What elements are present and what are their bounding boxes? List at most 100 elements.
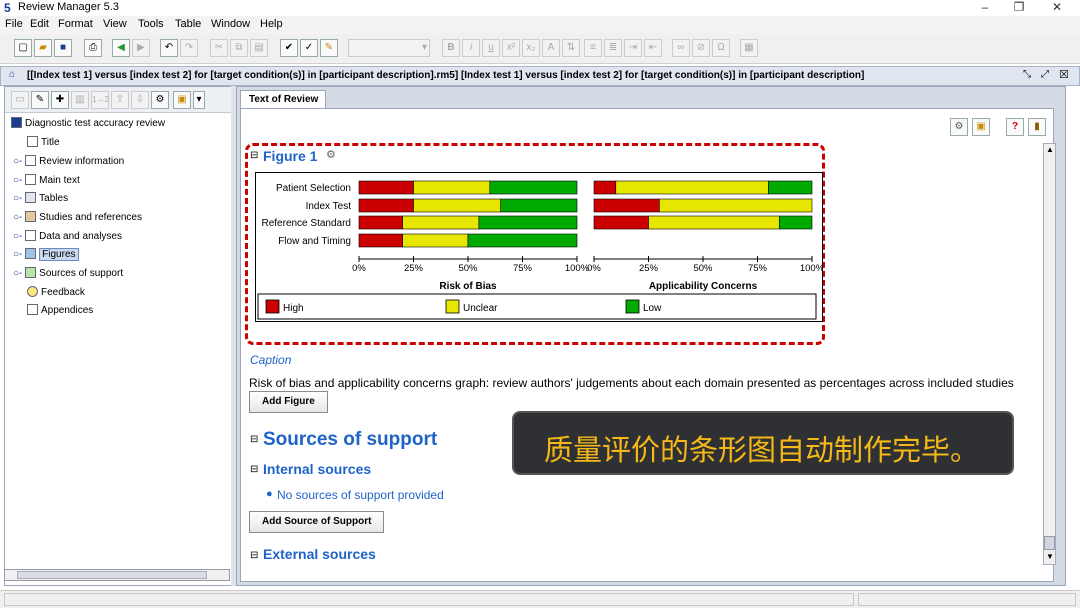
bar-segment-low — [778, 215, 813, 230]
notes-icon[interactable]: ▣ — [173, 91, 191, 109]
tree-item-tables[interactable]: ○- Tables — [13, 192, 68, 204]
bar-segment-unclear — [413, 198, 501, 213]
tree-item-data-analyses[interactable]: ○- Data and analyses — [13, 230, 122, 242]
menu-format[interactable]: Format — [58, 18, 93, 30]
note-icon[interactable]: ▣ — [972, 118, 990, 136]
underline-icon[interactable]: u — [482, 39, 500, 57]
menu-window[interactable]: Window — [211, 18, 250, 30]
scroll-down-icon[interactable]: ▼ — [1046, 552, 1054, 561]
copy-icon[interactable]: ⧉ — [230, 39, 248, 57]
bar-segment-low — [500, 198, 578, 213]
new-icon[interactable]: ▢ — [14, 39, 32, 57]
spellcheck-icon[interactable]: ✔ — [280, 39, 298, 57]
notebook-icon[interactable]: ▮ — [1028, 118, 1046, 136]
tree-item-figures[interactable]: ○- Figures — [13, 248, 79, 261]
tree-item-sources-support[interactable]: ○- Sources of support — [13, 267, 123, 279]
superscript-icon[interactable]: x² — [502, 39, 520, 57]
maximize-doc-icon[interactable]: ⤢ — [1041, 69, 1049, 80]
scroll-up-icon[interactable]: ▲ — [1046, 145, 1054, 154]
bar-segment-high — [358, 215, 403, 230]
menu-file[interactable]: File — [5, 18, 23, 30]
bar-segment-unclear — [413, 180, 491, 195]
save-icon[interactable]: ■ — [54, 39, 72, 57]
bar-segment-low — [478, 215, 578, 230]
tree-item-title[interactable]: Title — [27, 136, 60, 148]
outline-horizontal-scrollbar[interactable] — [4, 569, 230, 581]
bar-segment-high — [593, 215, 649, 230]
cut-icon[interactable]: ✂ — [210, 39, 228, 57]
restore-doc-icon[interactable]: ⤡ — [1023, 69, 1031, 80]
content-vertical-scrollbar[interactable]: ▲ ▼ — [1043, 143, 1056, 565]
tree-item-studies-references[interactable]: ○- Studies and references — [13, 211, 142, 223]
highlight-icon[interactable]: ✎ — [320, 39, 338, 57]
scrollbar-thumb[interactable] — [1044, 536, 1055, 550]
insert-table-icon[interactable]: ▦ — [740, 39, 758, 57]
move-down-icon[interactable]: ⇩ — [131, 91, 149, 109]
tutorial-subtitle-box: 质量评价的条形图自动制作完毕。 — [512, 411, 1014, 475]
legend-label: Low — [643, 303, 662, 314]
indent-icon[interactable]: ⇥ — [624, 39, 642, 57]
caption-text[interactable]: Risk of bias and applicability concerns … — [249, 376, 1014, 390]
spellcheck-auto-icon[interactable]: ✓ — [300, 39, 318, 57]
add-subsection-icon[interactable]: ▥ — [71, 91, 89, 109]
edit-properties-icon[interactable]: ✎ — [31, 91, 49, 109]
properties-icon[interactable]: ⚙ — [950, 118, 968, 136]
add-note-icon[interactable]: ✚ — [51, 91, 69, 109]
tree-item-main-text[interactable]: ○- Main text — [13, 174, 80, 186]
collapse-internal-icon[interactable]: ⊟ — [250, 464, 258, 475]
minimize-button[interactable]: – — [970, 0, 1000, 14]
settings-icon[interactable]: ⚙ — [151, 91, 169, 109]
x-tick-label: 100% — [800, 263, 822, 274]
numbering-icon[interactable]: 1→2 — [91, 91, 109, 109]
tree-item-feedback[interactable]: Feedback — [27, 286, 85, 298]
close-button[interactable]: ✕ — [1042, 0, 1072, 14]
menu-view[interactable]: View — [103, 18, 127, 30]
numbered-list-icon[interactable]: ≣ — [604, 39, 622, 57]
bullet-icon: ● — [266, 488, 273, 500]
subscript-icon[interactable]: x₂ — [522, 39, 540, 57]
paste-icon[interactable]: ▤ — [250, 39, 268, 57]
unlink-icon[interactable]: ⊘ — [692, 39, 710, 57]
x-tick-label: 25% — [639, 263, 659, 274]
tree-item-review-information[interactable]: ○- Review information — [13, 155, 124, 167]
close-doc-icon[interactable]: ☒ — [1059, 68, 1069, 81]
open-folder-icon[interactable]: ▰ — [34, 39, 52, 57]
tree-item-appendices[interactable]: Appendices — [27, 304, 93, 316]
help-icon[interactable]: ? — [1006, 118, 1024, 136]
collapse-external-icon[interactable]: ⊟ — [250, 550, 258, 561]
page-icon — [27, 136, 38, 147]
menu-help[interactable]: Help — [260, 18, 283, 30]
move-up-icon[interactable]: ⇧ — [111, 91, 129, 109]
tree-root[interactable]: Diagnostic test accuracy review — [11, 117, 165, 129]
redo-icon[interactable]: ↷ — [180, 39, 198, 57]
bar-segment-unclear — [402, 233, 469, 248]
style-dropdown[interactable]: ▾ — [348, 39, 430, 57]
text-color-icon[interactable]: A — [542, 39, 560, 57]
scrollbar-thumb[interactable] — [17, 571, 207, 579]
menu-edit[interactable]: Edit — [30, 18, 49, 30]
undo-icon[interactable]: ↶ — [160, 39, 178, 57]
print-icon[interactable]: ⎙ — [84, 39, 102, 57]
back-arrow-icon[interactable]: ◀ — [112, 39, 130, 57]
special-character-icon[interactable]: Ω — [712, 39, 730, 57]
forward-arrow-icon[interactable]: ▶ — [132, 39, 150, 57]
italic-icon[interactable]: i — [462, 39, 480, 57]
tab-text-of-review[interactable]: Text of Review — [240, 90, 326, 108]
bullet-list-icon[interactable]: ≡ — [584, 39, 602, 57]
legend-swatch-high — [265, 299, 280, 314]
link-icon[interactable]: ∞ — [672, 39, 690, 57]
sort-icon[interactable]: ⇅ — [562, 39, 580, 57]
menu-table[interactable]: Table — [175, 18, 201, 30]
more-dropdown-icon[interactable]: ▾ — [193, 91, 205, 109]
document-title-bar: ⌂ [[Index test 1] versus [index test 2] … — [0, 66, 1080, 86]
bold-icon[interactable]: B — [442, 39, 460, 57]
add-source-of-support-button[interactable]: Add Source of Support — [249, 511, 385, 533]
maximize-button[interactable]: ❐ — [1004, 0, 1034, 14]
internal-sources-item[interactable]: No sources of support provided — [277, 488, 444, 502]
outdent-icon[interactable]: ⇤ — [644, 39, 662, 57]
menu-tools[interactable]: Tools — [138, 18, 164, 30]
add-section-icon[interactable]: ▭ — [11, 91, 29, 109]
collapse-sources-icon[interactable]: ⊟ — [250, 434, 258, 445]
caption-label[interactable]: Caption — [250, 353, 291, 367]
add-figure-button[interactable]: Add Figure — [249, 391, 328, 413]
